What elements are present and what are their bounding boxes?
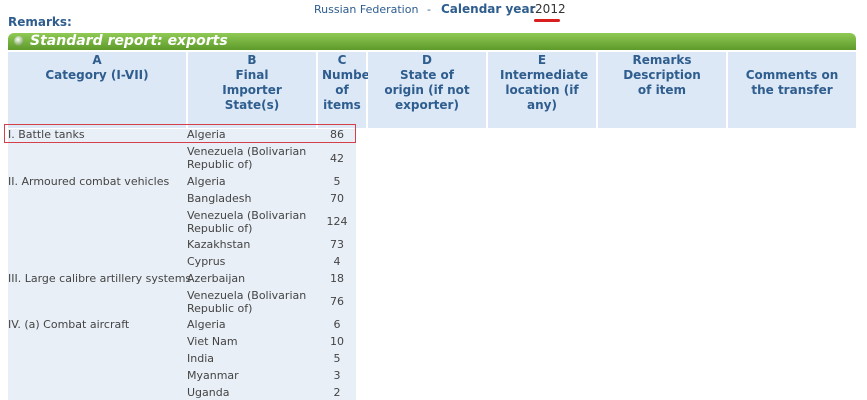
year-underline-mark [534,19,560,22]
bullet-icon [14,36,24,46]
remarks-link[interactable]: Remarks: [8,15,72,29]
table-row-importer: Myanmar [187,369,239,382]
table-row-category: IV. (a) Combat aircraft [8,318,130,331]
table-row-number: 124 [326,215,348,228]
table-row-importer: Algeria [187,175,226,188]
table-row-importer: Kazakhstan [187,238,251,251]
column-header-c: C Number of items [318,52,376,128]
column-header-e: E Intermediate location (if any) [488,52,596,128]
calendar-year-value: :2012 [531,2,566,16]
report-title: Standard report: exports [30,33,228,49]
column-header-a: A Category (I-VII) [8,52,186,128]
table-row-number: 18 [330,272,344,285]
table-row-number: 76 [330,295,344,308]
table-row-importer: Bangladesh [187,192,252,205]
table-row-category: II. Armoured combat vehicles [8,175,170,188]
table-row-number: 10 [330,335,344,348]
column-header-b: B Final Importer State(s) [188,52,316,128]
table-row-number: 5 [333,175,341,188]
column-header-remarks: Remarks Description of item [598,52,726,128]
report-banner: Standard report: exports [8,33,856,50]
table-row-importer: Uganda [187,386,230,399]
report-header: Russian Federation - Calendar year :2012 [0,2,867,20]
calendar-year-label: Calendar year [441,2,536,16]
table-row-importer: Venezuela (Bolivarian Republic of) [187,209,307,235]
table-row-number: 2 [333,386,341,399]
table-row-importer: Algeria [187,318,226,331]
table-row-importer: Viet Nam [187,335,238,348]
column-header-d: D State of origin (if not exporter) [368,52,486,128]
table-row-number: 3 [333,369,341,382]
table-row-number: 4 [333,255,341,268]
highlight-box [4,124,356,143]
table-row-importer: Venezuela (Bolivarian Republic of) [187,145,307,171]
header-separator: - [427,3,431,16]
table-row-category: III. Large calibre artillery systems [8,272,192,285]
table-row-number: 73 [330,238,344,251]
table-row-importer: Azerbaijan [187,272,246,285]
table-row-importer: Venezuela (Bolivarian Republic of) [187,289,307,315]
table-row-number: 42 [330,152,344,165]
table-row-number: 6 [333,318,341,331]
table-row-importer: India [187,352,214,365]
table-row-importer: Cyprus [187,255,226,268]
table-row-number: 5 [333,352,341,365]
table-row-number: 70 [330,192,344,205]
column-header-comments: Comments on the transfer [728,52,856,128]
country-name: Russian Federation [314,3,419,16]
